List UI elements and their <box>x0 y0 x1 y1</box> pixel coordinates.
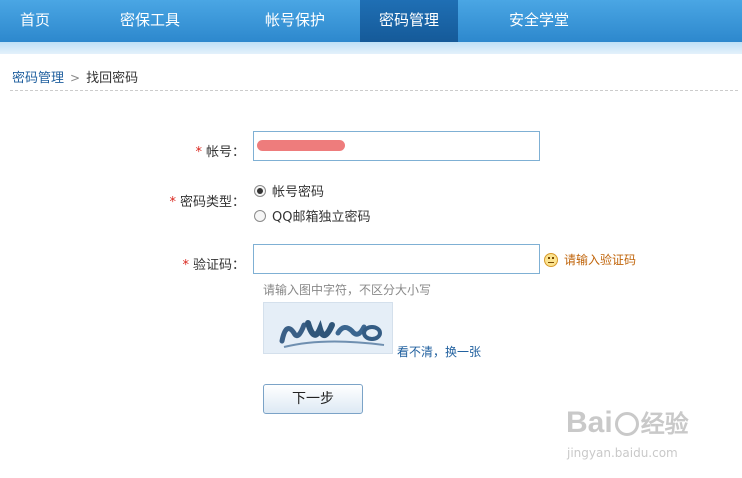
radio-label: 帐号密码 <box>272 185 325 200</box>
smiley-warning-icon <box>544 252 558 267</box>
captcha-glyphs-icon <box>279 320 385 348</box>
required-mark: * <box>182 258 189 273</box>
account-input[interactable] <box>253 131 540 161</box>
radio-qqmail-password[interactable]: QQ邮箱独立密码 <box>254 206 370 225</box>
captcha-image[interactable] <box>263 302 393 354</box>
nav-item-home[interactable]: 首页 <box>0 0 70 42</box>
captcha-refresh-link[interactable]: 看不清，换一张 <box>397 343 481 360</box>
nav-item-security-tools[interactable]: 密保工具 <box>70 0 230 42</box>
main-panel: 密码管理 > 找回密码 * 帐号： * 密码类型： 帐号密码 QQ邮箱独立密码 * 验证码… <box>0 54 742 478</box>
paw-icon <box>614 412 639 437</box>
required-mark: * <box>169 195 176 210</box>
nav-item-account-protection[interactable]: 帐号保护 <box>230 0 360 42</box>
nav-strip <box>0 42 742 54</box>
required-mark: * <box>195 145 202 160</box>
account-label: * 帐号： <box>195 145 245 160</box>
breadcrumb: 密码管理 > 找回密码 <box>12 67 138 86</box>
radio-unchecked-icon[interactable] <box>254 209 266 222</box>
watermark-url: jingyan.baidu.com <box>567 446 678 460</box>
next-step-button[interactable]: 下一步 <box>263 384 363 414</box>
password-type-label: * 密码类型： <box>169 195 245 210</box>
captcha-hint: 请输入图中字符，不区分大小写 <box>263 283 432 297</box>
divider <box>10 90 738 91</box>
radio-account-password[interactable]: 帐号密码 <box>254 181 324 200</box>
breadcrumb-current: 找回密码 <box>86 71 139 86</box>
radio-label: QQ邮箱独立密码 <box>272 210 371 225</box>
nav-item-security-school[interactable]: 安全学堂 <box>458 0 620 42</box>
captcha-warning: 请输入验证码 <box>544 251 636 268</box>
captcha-label: * 验证码： <box>182 258 245 273</box>
captcha-input[interactable] <box>253 244 540 274</box>
nav-item-password-management[interactable]: 密码管理 <box>360 0 458 42</box>
top-nav: 首页 密保工具 帐号保护 密码管理 安全学堂 <box>0 0 742 42</box>
radio-checked-icon[interactable] <box>254 184 266 197</box>
chevron-right-icon: > <box>70 71 81 85</box>
redacted-mark <box>257 140 345 151</box>
breadcrumb-parent-link[interactable]: 密码管理 <box>12 71 64 86</box>
watermark-brand: Bai 经验 <box>566 406 689 439</box>
